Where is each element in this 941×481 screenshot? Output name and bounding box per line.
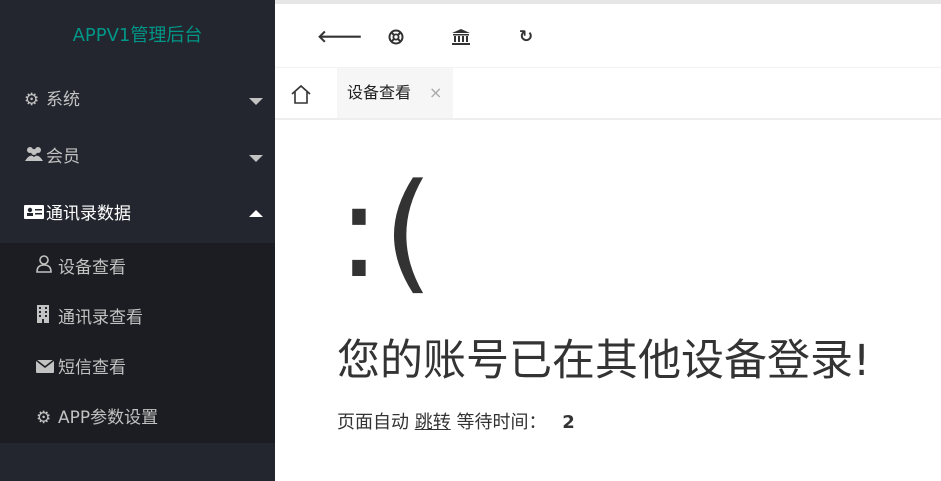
subnav-item-label: 通讯录查看 [58,308,143,328]
bank-icon [452,29,470,45]
sidebar-item-label: 会员 [46,147,80,167]
user-icon [36,243,56,293]
subnav-item-sms[interactable]: 短信查看 [0,343,275,393]
tab-label: 设备查看 [347,83,412,102]
subnav-item-contacts[interactable]: 通讯录查看 [0,293,275,343]
chevron-down-icon [249,98,263,105]
sidebar-item-members[interactable]: 会员 [0,129,275,186]
gear-icon: ⚙ [24,90,40,110]
bank-button[interactable] [446,22,476,52]
countdown: 2 [562,412,575,433]
tab-bar: 设备查看 × [275,68,941,120]
back-button[interactable]: 🡐 [317,22,363,52]
subnav: 设备查看 通讯录查看 短信查看 ⚙ APP参数设置 [0,243,275,443]
redirect-prefix: 页面自动 [337,412,409,433]
redirect-link[interactable]: 跳转 [415,412,451,433]
id-card-icon [24,186,44,243]
main-content: :( 您的账号已在其他设备登录! 页面自动 跳转 等待时间： 2 [275,120,941,481]
chevron-down-icon [249,155,263,162]
close-icon[interactable]: × [429,68,442,118]
home-icon [291,84,311,104]
sidebar-item-contacts[interactable]: 通讯录数据 [0,186,275,243]
sidebar: APPV1管理后台 ⚙ 系统 会员 通讯录数据 设备查看 通讯录查看 短信查看 … [0,0,275,481]
back-icon: 🡐 [317,27,363,47]
building-icon [36,293,56,343]
sad-face: :( [337,155,436,307]
subnav-item-app-settings[interactable]: ⚙ APP参数设置 [0,393,275,443]
tab-home[interactable] [290,80,320,110]
chevron-up-icon [249,210,263,217]
tab-devices[interactable]: 设备查看 × [337,68,453,118]
subnav-item-label: APP参数设置 [58,408,159,428]
users-icon [24,129,44,186]
error-message: 您的账号已在其他设备登录! [337,336,871,386]
refresh-button[interactable]: ↻ [511,22,541,52]
subnav-item-label: 短信查看 [58,358,126,378]
subnav-item-label: 设备查看 [58,258,126,278]
redirect-line: 页面自动 跳转 等待时间： 2 [337,408,575,434]
sidebar-item-label: 通讯录数据 [46,204,131,224]
sidebar-item-label: 系统 [46,90,80,110]
top-toolbar: 🡐 ↻ [275,0,941,68]
refresh-icon: ↻ [518,27,534,47]
subnav-item-devices[interactable]: 设备查看 [0,243,275,293]
gear-icon: ⚙ [36,408,52,428]
app-title: APPV1管理后台 [72,25,203,46]
envelope-icon [35,343,56,393]
sidebar-item-system[interactable]: ⚙ 系统 [0,72,275,129]
help-button[interactable] [381,22,411,52]
redirect-suffix: 等待时间： [456,412,547,433]
lifebuoy-icon [388,29,404,45]
